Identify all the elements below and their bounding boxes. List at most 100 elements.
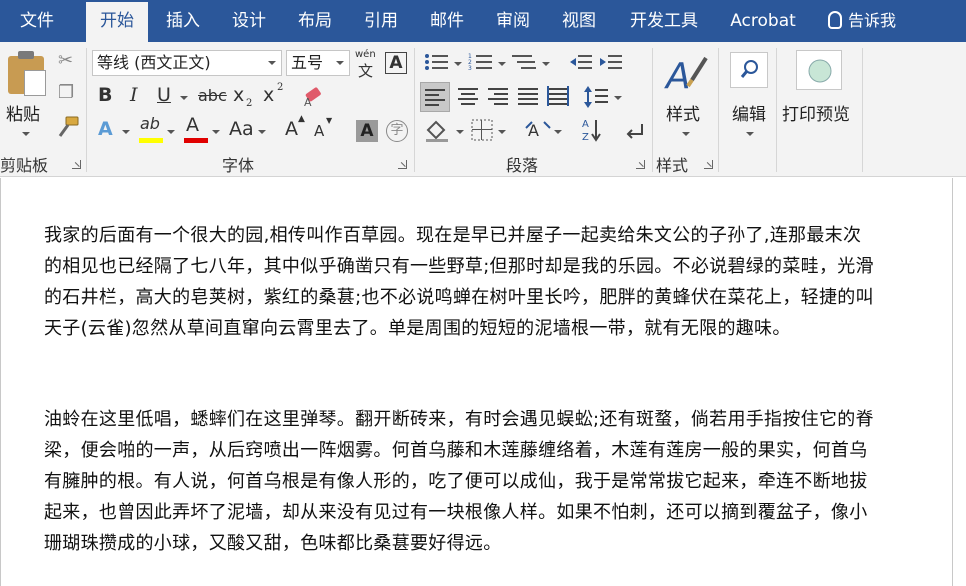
format-painter-icon[interactable] <box>56 116 80 138</box>
strikethrough-button[interactable]: abc <box>198 86 227 105</box>
subscript-mark: 2 <box>246 98 253 109</box>
bullets-dropdown-arrow[interactable] <box>454 62 462 66</box>
tab-references[interactable]: 引用 <box>350 0 412 42</box>
font-group-label: 字体 <box>222 156 255 175</box>
numbering-dropdown-arrow[interactable] <box>498 62 506 66</box>
tab-acrobat[interactable]: Acrobat <box>720 0 806 42</box>
tab-insert[interactable]: 插入 <box>152 0 214 42</box>
shrink-font-button[interactable]: A <box>314 122 324 140</box>
editing-label: 编辑 <box>732 105 766 125</box>
show-formatting-marks-icon[interactable] <box>622 120 646 142</box>
underline-button[interactable]: U <box>157 84 171 106</box>
multilevel-list-dropdown-arrow[interactable] <box>542 62 550 66</box>
justify-icon[interactable] <box>516 84 542 110</box>
font-dialog-launcher[interactable] <box>398 160 407 169</box>
paste-sheet-icon <box>24 70 46 96</box>
chinese-layout-icon[interactable]: A <box>524 118 552 142</box>
styles-dialog-launcher[interactable] <box>704 160 713 169</box>
chevron-down-icon <box>336 61 344 65</box>
font-color-button[interactable]: A <box>186 114 199 136</box>
subscript-x: x <box>233 84 245 106</box>
underline-dropdown-arrow[interactable] <box>180 96 188 100</box>
group-separator <box>414 48 415 172</box>
editing-dropdown-arrow <box>746 132 754 136</box>
align-right-icon[interactable] <box>486 84 512 110</box>
change-case-dropdown-arrow[interactable] <box>258 130 266 134</box>
phonetic-bottom: 文 <box>358 62 374 80</box>
document-paragraph-2[interactable]: 油蛉在这里低唱，蟋蟀们在这里弹琴。翻开断砖来，有时会遇见蜈蚣;还有斑蝥，倘若用手… <box>44 404 874 559</box>
paragraph-dialog-launcher[interactable] <box>636 160 645 169</box>
text-effects-button[interactable]: A <box>98 118 113 140</box>
group-separator <box>718 48 719 172</box>
cut-icon[interactable]: ✂ <box>58 50 73 71</box>
clear-formatting-icon[interactable]: A <box>302 86 326 108</box>
tab-developer[interactable]: 开发工具 <box>614 0 714 42</box>
group-separator <box>862 48 863 172</box>
styles-label: 样式 <box>666 105 700 125</box>
document-paragraph-1[interactable]: 我家的后面有一个很大的园,相传叫作百草园。现在是早已并屋子一起卖给朱文公的子孙了… <box>44 220 874 344</box>
page-right-edge <box>952 178 953 586</box>
borders-icon[interactable] <box>470 118 494 142</box>
shrink-font-arrow-icon: ▼ <box>326 116 333 125</box>
tab-home[interactable]: 开始 <box>86 2 148 42</box>
font-name-combo[interactable]: 等线 (西文正文) <box>92 50 282 76</box>
font-color-dropdown-arrow[interactable] <box>212 130 220 134</box>
svg-text:A: A <box>664 56 691 96</box>
distributed-icon[interactable] <box>546 84 572 110</box>
styles-group-label: 样式 <box>656 156 689 175</box>
sort-icon[interactable]: AZ <box>580 116 604 144</box>
font-size-value: 五号 <box>291 53 324 72</box>
enclose-characters-button[interactable]: 字 <box>386 120 408 142</box>
tab-mailings[interactable]: 邮件 <box>416 0 478 42</box>
tab-design[interactable]: 设计 <box>218 0 280 42</box>
increase-indent-icon[interactable] <box>598 52 624 72</box>
print-preview-icon-box <box>796 50 842 90</box>
document-canvas[interactable]: 我家的后面有一个很大的园,相传叫作百草园。现在是早已并屋子一起卖给朱文公的子孙了… <box>0 178 966 586</box>
font-size-combo[interactable]: 五号 <box>286 50 350 76</box>
align-left-button[interactable] <box>420 82 450 112</box>
grow-font-button[interactable]: A <box>285 118 298 140</box>
numbering-icon[interactable]: 123 <box>468 52 494 72</box>
clipboard-dialog-launcher[interactable] <box>72 160 81 169</box>
tab-review[interactable]: 审阅 <box>482 0 544 42</box>
character-shading-button[interactable]: A <box>356 120 378 142</box>
paste-label: 粘贴 <box>6 105 40 125</box>
highlight-dropdown-arrow[interactable] <box>167 130 175 134</box>
multilevel-list-icon[interactable] <box>512 52 538 72</box>
italic-button[interactable]: I <box>130 84 138 106</box>
superscript-x: x <box>263 84 275 106</box>
superscript-mark: 2 <box>277 82 284 93</box>
chinese-layout-dropdown-arrow[interactable] <box>554 130 562 134</box>
svg-text:A: A <box>582 119 589 130</box>
group-separator <box>776 48 777 172</box>
decrease-indent-icon[interactable] <box>568 52 594 72</box>
shading-icon[interactable] <box>424 118 452 142</box>
tell-me-search[interactable]: 告诉我 <box>828 0 896 42</box>
text-effects-dropdown-arrow[interactable] <box>122 130 130 134</box>
tab-layout[interactable]: 布局 <box>284 0 346 42</box>
editing-icon-box <box>730 52 768 88</box>
bullets-icon[interactable] <box>424 52 450 72</box>
styles-icon: A <box>664 56 708 96</box>
lightbulb-icon <box>828 11 842 29</box>
group-separator <box>652 48 653 172</box>
highlight-color-bar <box>139 138 163 143</box>
bold-button[interactable]: B <box>98 84 112 106</box>
group-separator <box>86 48 87 172</box>
copy-icon[interactable]: ❐ <box>58 82 74 103</box>
font-color-bar <box>184 138 208 143</box>
highlight-button[interactable]: ab <box>140 114 160 133</box>
line-spacing-icon[interactable] <box>584 84 610 110</box>
print-preview-icon <box>808 59 832 83</box>
borders-dropdown-arrow[interactable] <box>498 130 506 134</box>
shading-dropdown-arrow[interactable] <box>456 130 464 134</box>
ribbon-home: 粘贴 ✂ ❐ 剪贴板 等线 (西文正文) 五号 wén 文 A B I U ab… <box>0 42 966 177</box>
tab-file[interactable]: 文件 <box>6 0 68 42</box>
align-center-icon[interactable] <box>456 84 482 110</box>
paste-dropdown-arrow <box>22 132 30 136</box>
line-spacing-dropdown-arrow[interactable] <box>614 96 622 100</box>
change-case-button[interactable]: Aa <box>229 118 254 140</box>
tab-view[interactable]: 视图 <box>548 0 610 42</box>
chevron-down-icon <box>268 61 276 65</box>
character-border-button[interactable]: A <box>385 52 407 74</box>
